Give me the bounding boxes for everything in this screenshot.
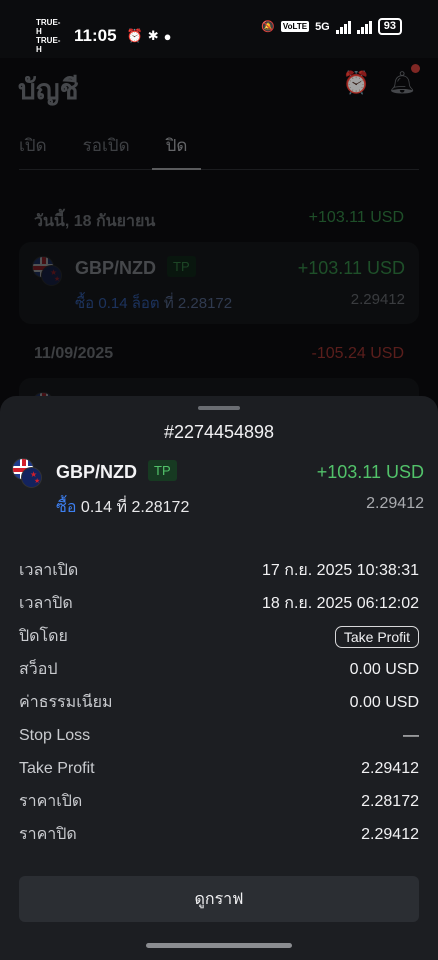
trade-detail-sheet: #2274454898 GBP/NZD TP +103.11 USD ซื้อ … — [0, 396, 438, 960]
detail-label: เวลาเปิด — [19, 562, 79, 579]
status-bar: TRUE-H TRUE-H 11:05 ⏰ ✱ ● 🔕 VoLTE 5G 93 — [0, 0, 438, 58]
detail-value: 17 ก.ย. 2025 10:38:31 — [262, 562, 419, 579]
closed-by-badge: Take Profit — [334, 625, 419, 648]
drag-handle[interactable] — [198, 406, 240, 410]
detail-value: 0.00 USD — [349, 660, 419, 678]
detail-row-close-price: ราคาปิด 2.29412 — [19, 818, 419, 851]
tp-badge: TP — [148, 460, 177, 481]
signal-icon-2 — [356, 20, 372, 34]
clock: 11:05 — [74, 26, 117, 45]
detail-value: 2.29412 — [361, 759, 419, 777]
battery-indicator: 93 — [377, 18, 402, 35]
volte-badge: VoLTE — [280, 21, 310, 32]
detail-value: 18 ก.ย. 2025 06:12:02 — [262, 595, 419, 612]
detail-value: 0.00 USD — [349, 693, 419, 711]
signal-icon — [335, 20, 351, 34]
volume-open-price: 0.14 ที่ 2.28172 — [80, 499, 190, 516]
detail-row-close-time: เวลาปิด 18 ก.ย. 2025 06:12:02 — [19, 587, 419, 620]
home-indicator[interactable] — [146, 943, 292, 948]
detail-label: ราคาปิด — [19, 826, 77, 843]
detail-label: ค่าธรรมเนียม — [19, 694, 113, 711]
detail-label: สว็อป — [19, 661, 58, 678]
detail-label: เวลาปิด — [19, 595, 73, 612]
detail-row-stop-loss: Stop Loss — — [19, 719, 419, 752]
detail-row-open-time: เวลาเปิด 17 ก.ย. 2025 10:38:31 — [19, 554, 419, 587]
gbp-nzd-flag-icon — [12, 458, 42, 488]
detail-row-swap: สว็อป 0.00 USD — [19, 653, 419, 686]
detail-list: เวลาเปิด 17 ก.ย. 2025 10:38:31 เวลาปิด 1… — [19, 554, 419, 851]
symbol: GBP/NZD — [56, 462, 137, 482]
line-app-icon: ● — [163, 28, 172, 44]
detail-row-commission: ค่าธรรมเนียม 0.00 USD — [19, 686, 419, 719]
network-type: 5G — [315, 20, 330, 33]
detail-label: Stop Loss — [19, 726, 91, 744]
trade-side: ซื้อ — [56, 499, 77, 516]
detail-row-closed-by: ปิดโดย Take Profit — [19, 620, 419, 653]
order-id: #2274454898 — [163, 422, 275, 442]
detail-value: 2.29412 — [361, 825, 419, 843]
alarm-status-icon: ⏰ — [126, 28, 143, 43]
detail-row-open-price: ราคาเปิด 2.28172 — [19, 785, 419, 818]
bluetooth-icon: ✱ — [147, 28, 159, 43]
detail-label: ราคาเปิด — [19, 793, 83, 810]
detail-label: Take Profit — [19, 759, 95, 777]
detail-label: ปิดโดย — [19, 628, 68, 645]
detail-value: 2.28172 — [361, 792, 419, 810]
carrier-label: TRUE-H TRUE-H — [36, 18, 61, 54]
detail-row-take-profit: Take Profit 2.29412 — [19, 752, 419, 785]
view-chart-button[interactable]: ดูกราฟ — [19, 876, 419, 922]
detail-value: — — [403, 726, 419, 744]
close-price: 2.29412 — [366, 495, 424, 512]
profit-value: +103.11 USD — [316, 462, 424, 482]
silent-icon: 🔕 — [261, 21, 275, 33]
